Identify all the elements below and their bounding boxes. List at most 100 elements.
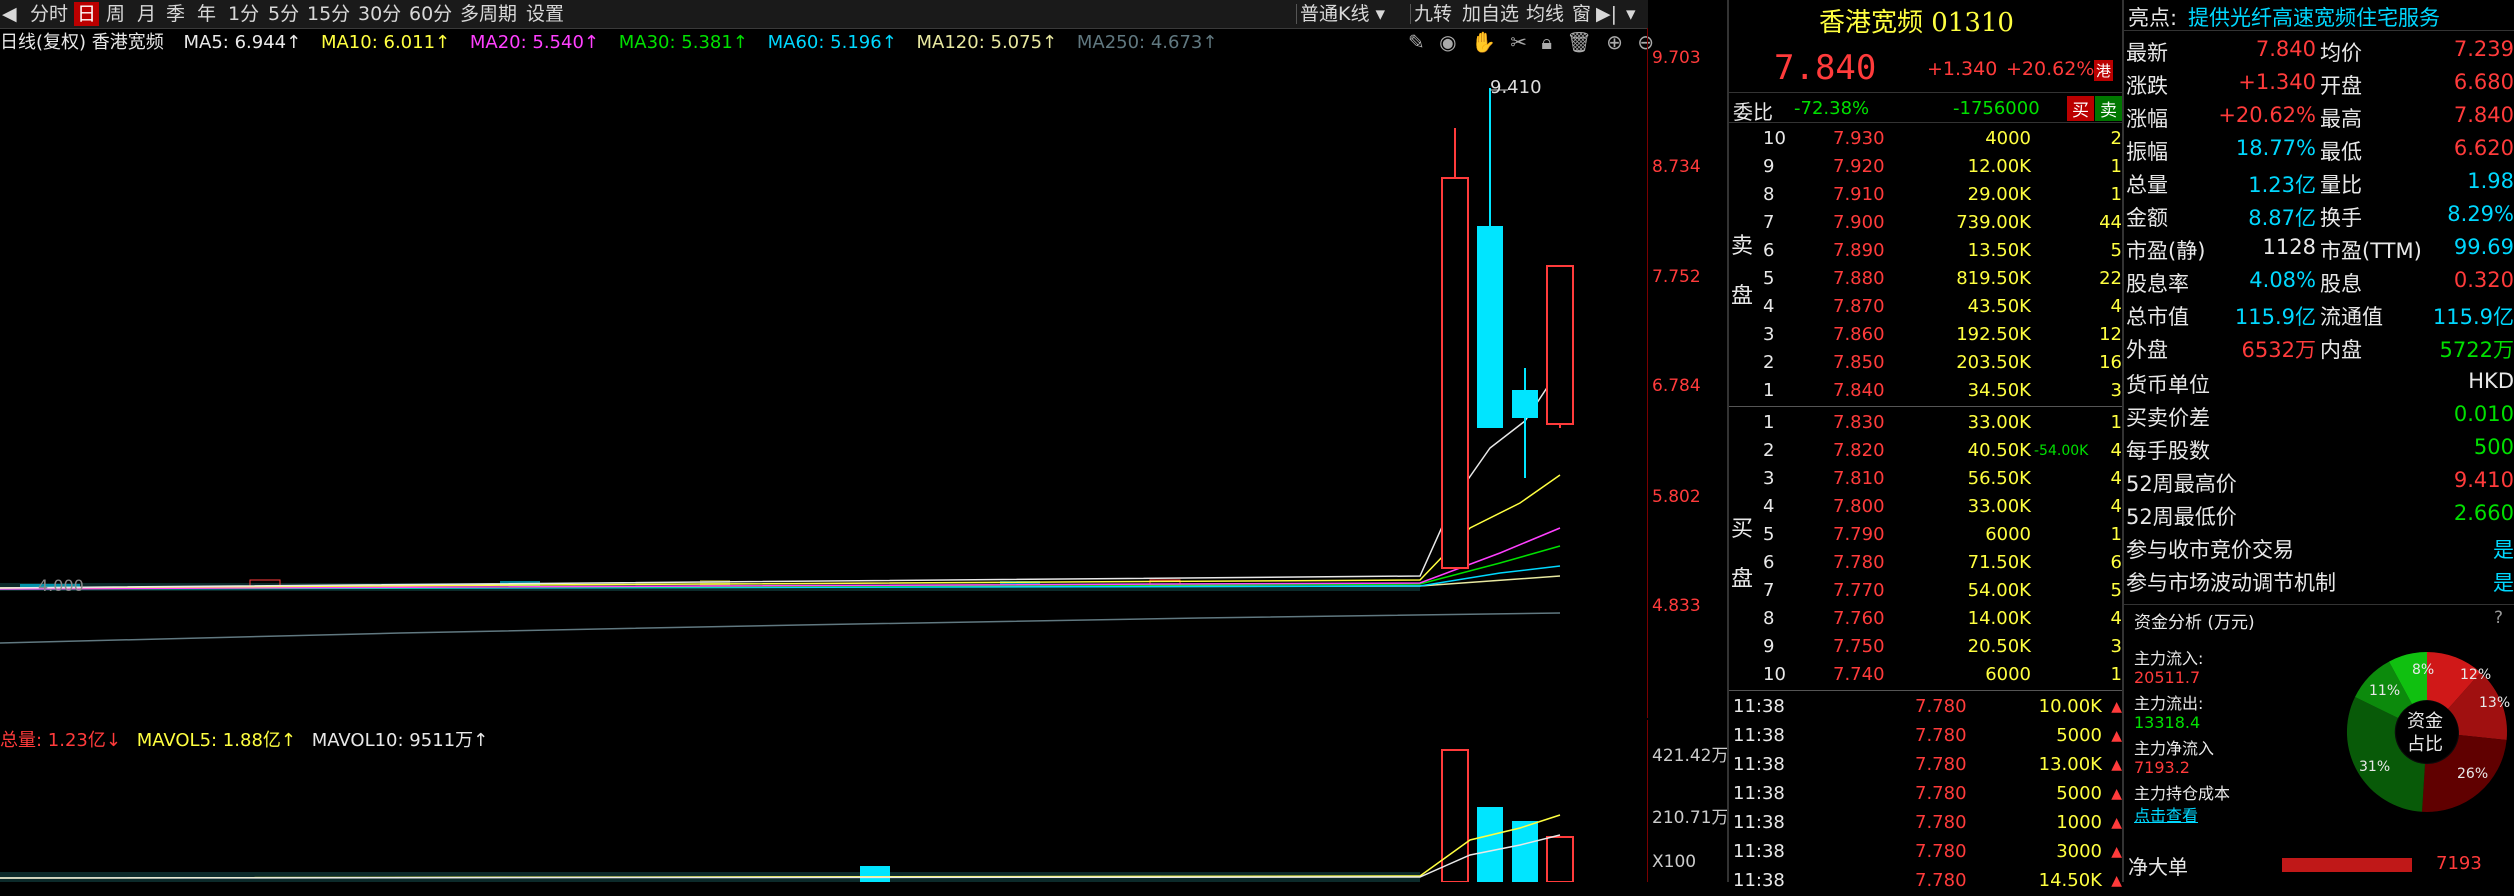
stat-label: 最低 bbox=[2320, 140, 2362, 164]
volume-axis-label: X100 bbox=[1652, 852, 1697, 872]
ask-row[interactable]: 10 7.930 4000 2 bbox=[1729, 124, 2124, 152]
bid-row[interactable]: 1 7.830 33.00K 1 bbox=[1729, 408, 2124, 436]
price-axis-label: 6.784 bbox=[1652, 376, 1701, 396]
ask-volume: 819.50K bbox=[1956, 268, 2031, 289]
buy-button[interactable]: 买 bbox=[2067, 96, 2094, 121]
ask-row[interactable]: 8 7.910 29.00K 1 bbox=[1729, 180, 2124, 208]
candle-up-1 bbox=[1441, 177, 1469, 569]
kline-chart[interactable] bbox=[0, 28, 1648, 718]
volume-axis-label: 210.71万 bbox=[1652, 808, 1729, 828]
tab-30min[interactable]: 30分 bbox=[358, 2, 401, 26]
info-row: 52周最高价 9.410 bbox=[2124, 465, 2514, 498]
ask-price: 7.890 bbox=[1833, 240, 1885, 261]
tick-time: 11:38 bbox=[1733, 812, 1785, 833]
info-value: 0.010 bbox=[2453, 402, 2514, 426]
tab-quarter[interactable]: 季 bbox=[166, 2, 185, 26]
bid-volume: 6000 bbox=[1985, 524, 2031, 545]
ask-row[interactable]: 1 7.840 34.50K 3 bbox=[1729, 376, 2124, 404]
chevron-down-icon: ▾ bbox=[1375, 3, 1386, 25]
up-arrow-icon: ▲ bbox=[2111, 699, 2122, 715]
level-number: 10 bbox=[1763, 664, 1786, 685]
ask-count: 2 bbox=[2110, 128, 2122, 149]
stat-value: 8.29% bbox=[2447, 202, 2514, 226]
stat-value: 7.840 bbox=[2255, 37, 2316, 61]
bid-price: 7.760 bbox=[1833, 608, 1885, 629]
bid-row[interactable]: 6 7.780 71.50K 6 bbox=[1729, 548, 2124, 576]
bid-row[interactable]: 4 7.800 33.00K 4 bbox=[1729, 492, 2124, 520]
stock-title: 香港宽频 01310 bbox=[1819, 8, 2014, 38]
ask-volume: 13.50K bbox=[1967, 240, 2031, 261]
bid-row[interactable]: 2 7.820 40.50K -54.00K 4 bbox=[1729, 436, 2124, 464]
ask-row[interactable]: 6 7.890 13.50K 5 bbox=[1729, 236, 2124, 264]
toolbar-next-icon[interactable]: ▶| bbox=[1596, 2, 1617, 26]
weibi-label: 委比 bbox=[1733, 100, 1773, 124]
stat-row: 最新 7.840 均价 7.239 bbox=[2124, 34, 2514, 67]
donut-pct: 13% bbox=[2479, 695, 2511, 711]
tab-day[interactable]: 日 bbox=[74, 2, 100, 26]
tab-multi-period[interactable]: 多周期 bbox=[460, 2, 517, 26]
tab-5min[interactable]: 5分 bbox=[268, 2, 299, 26]
level-number: 4 bbox=[1763, 496, 1775, 517]
stat-label: 涨跌 bbox=[2126, 74, 2168, 98]
window-button[interactable]: 窗 bbox=[1572, 2, 1591, 26]
add-watchlist-button[interactable]: 加自选 bbox=[1462, 2, 1519, 26]
ask-row[interactable]: 7 7.900 739.00K 44 bbox=[1729, 208, 2124, 236]
bid-row[interactable]: 8 7.760 14.00K 4 bbox=[1729, 604, 2124, 632]
bid-row[interactable]: 9 7.750 20.50K 3 bbox=[1729, 632, 2124, 660]
ma30-line bbox=[0, 545, 1561, 590]
help-icon[interactable]: ? bbox=[2494, 608, 2503, 628]
main-outflow-label: 主力流出: bbox=[2134, 694, 2204, 713]
info-row: 参与市场波动调节机制 是 bbox=[2124, 564, 2514, 597]
tab-settings[interactable]: 设置 bbox=[526, 2, 564, 26]
bid-count: 3 bbox=[2110, 636, 2122, 657]
bid-price: 7.790 bbox=[1833, 524, 1885, 545]
check-link[interactable]: 点击查看 bbox=[2134, 802, 2198, 826]
ask-row[interactable]: 2 7.850 203.50K 16 bbox=[1729, 348, 2124, 376]
tick-row: 11:38 7.780 3000 ▲ bbox=[1729, 837, 2124, 867]
toolbar-prev-icon[interactable]: ◀ bbox=[2, 2, 17, 26]
volume-bar bbox=[1477, 807, 1503, 882]
volume-chart[interactable] bbox=[0, 720, 1648, 882]
highlight-text[interactable]: 提供光纤高速宽频住宅服务 bbox=[2188, 2, 2440, 32]
toolbar-menu-icon[interactable]: ▾ bbox=[1626, 2, 1636, 26]
bid-row[interactable]: 5 7.790 6000 1 bbox=[1729, 520, 2124, 548]
jiuzhuan-button[interactable]: 九转 bbox=[1414, 2, 1452, 26]
bid-volume: 56.50K bbox=[1967, 468, 2031, 489]
tick-time: 11:38 bbox=[1733, 870, 1785, 891]
stat-label: 均价 bbox=[2320, 41, 2362, 65]
sell-button[interactable]: 卖 bbox=[2095, 96, 2122, 121]
tick-price: 7.780 bbox=[1915, 841, 1967, 862]
kline-mode-select[interactable]: 普通K线 ▾ bbox=[1300, 2, 1385, 26]
tick-volume: 5000 bbox=[2056, 783, 2102, 804]
bid-volume: 71.50K bbox=[1967, 552, 2031, 573]
tab-60min[interactable]: 60分 bbox=[409, 2, 452, 26]
bid-volume: 14.00K bbox=[1967, 608, 2031, 629]
tab-week[interactable]: 周 bbox=[106, 2, 125, 26]
ask-row[interactable]: 4 7.870 43.50K 4 bbox=[1729, 292, 2124, 320]
ask-row[interactable]: 5 7.880 819.50K 22 bbox=[1729, 264, 2124, 292]
ask-row[interactable]: 3 7.860 192.50K 12 bbox=[1729, 320, 2124, 348]
main-inflow-label: 主力流入: bbox=[2134, 649, 2204, 668]
ma-button[interactable]: 均线 bbox=[1526, 2, 1564, 26]
bid-row[interactable]: 7 7.770 54.00K 5 bbox=[1729, 576, 2124, 604]
tick-price: 7.780 bbox=[1915, 812, 1967, 833]
bid-row[interactable]: 3 7.810 56.50K 4 bbox=[1729, 464, 2124, 492]
net-big-label: 净大单 bbox=[2128, 855, 2188, 879]
tab-15min[interactable]: 15分 bbox=[307, 2, 350, 26]
bid-row[interactable]: 10 7.740 6000 1 bbox=[1729, 660, 2124, 688]
tick-volume: 10.00K bbox=[2038, 696, 2102, 717]
tick-row: 11:38 7.780 13.00K ▲ bbox=[1729, 750, 2124, 780]
bid-count: 1 bbox=[2110, 524, 2122, 545]
donut-pct: 26% bbox=[2457, 766, 2489, 782]
tab-month[interactable]: 月 bbox=[137, 2, 156, 26]
ask-row[interactable]: 9 7.920 12.00K 1 bbox=[1729, 152, 2124, 180]
kline-mode-label: 普通K线 bbox=[1300, 3, 1370, 25]
tab-year[interactable]: 年 bbox=[197, 2, 216, 26]
tab-1min[interactable]: 1分 bbox=[228, 2, 259, 26]
level-number: 2 bbox=[1763, 440, 1775, 461]
tab-fenshi[interactable]: 分时 bbox=[30, 2, 68, 26]
ask-volume: 739.00K bbox=[1956, 212, 2031, 233]
info-value: HKD bbox=[2468, 369, 2514, 393]
info-label: 52周最高价 bbox=[2126, 472, 2237, 496]
fund-analysis-title: 资金分析 (万元) bbox=[2134, 613, 2255, 633]
